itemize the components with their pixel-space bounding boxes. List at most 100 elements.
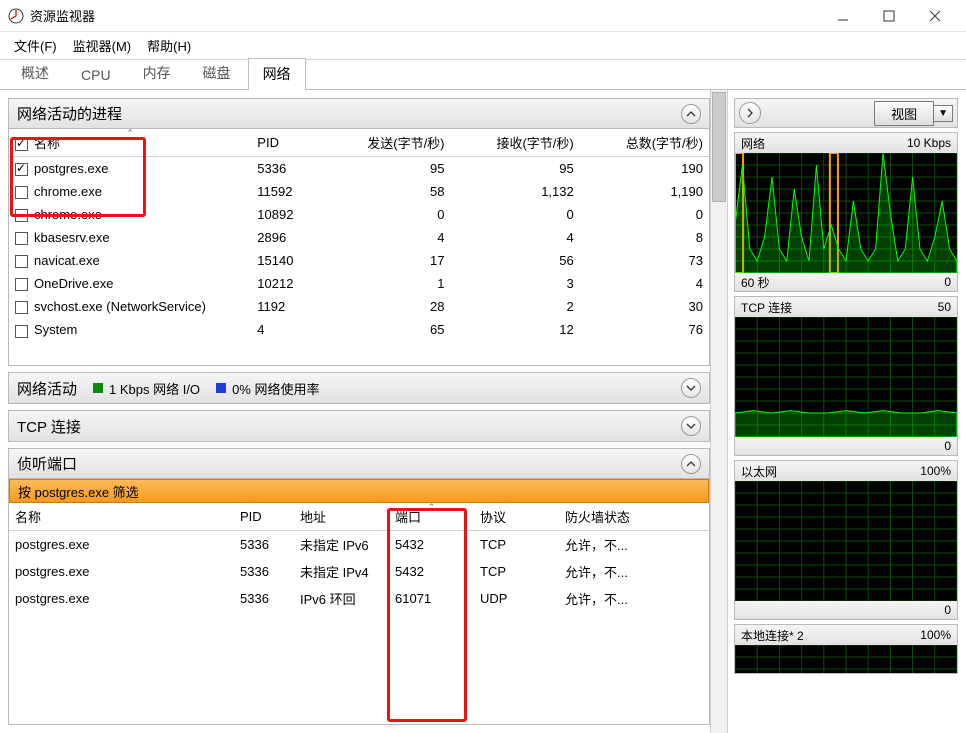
panel-activity-title: 网络活动 <box>17 378 77 399</box>
menu-monitor[interactable]: 监视器(M) <box>65 32 140 59</box>
col-send[interactable]: 发送(字节/秒) <box>327 129 451 157</box>
panel-processes-header[interactable]: 网络活动的进程 <box>9 99 709 129</box>
processes-table-wrap: 名称 ⌃ PID 发送(字节/秒) 接收(字节/秒) 总数(字节/秒) postg… <box>9 129 709 365</box>
panel-processes-title: 网络活动的进程 <box>17 103 122 124</box>
right-column: 视图 ▼ 网络 10 Kbps <box>728 90 966 733</box>
chart-tcp-max: 50 <box>938 300 951 314</box>
row-checkbox[interactable] <box>15 301 28 314</box>
col-pid[interactable]: PID <box>251 129 326 157</box>
row-checkbox[interactable] <box>15 232 28 245</box>
table-row[interactable]: kbasesrv.exe2896448 <box>9 226 709 249</box>
right-toolbar: 视图 ▼ <box>734 98 958 128</box>
row-checkbox[interactable] <box>15 186 28 199</box>
view-dropdown[interactable]: 视图 ▼ <box>874 101 953 126</box>
panel-activity: 网络活动 1 Kbps 网络 I/O 0% 网络使用率 <box>8 372 710 404</box>
table-row[interactable]: postgres.exe5336IPv6 环回61071UDP允许，不... <box>9 585 709 612</box>
sort-icon: ⌃ <box>428 503 436 513</box>
processes-table: 名称 ⌃ PID 发送(字节/秒) 接收(字节/秒) 总数(字节/秒) postg… <box>9 129 709 342</box>
title-bar: 资源监视器 <box>0 0 966 32</box>
table-row[interactable]: svchost.exe (NetworkService)119228230 <box>9 295 709 318</box>
panel-tcp-title: TCP 连接 <box>17 416 81 437</box>
chart-net-max: 10 Kbps <box>907 136 951 150</box>
listen-table: 名称 PID 地址 端口 ⌃ 协议 防火墙状态 postgres.exe5336未… <box>9 503 709 612</box>
panel-tcp: TCP 连接 <box>8 410 710 442</box>
chart-lan-title: 本地连接* 2 <box>741 627 804 644</box>
listen-table-wrap: 名称 PID 地址 端口 ⌃ 协议 防火墙状态 postgres.exe5336未… <box>9 503 709 724</box>
menu-file[interactable]: 文件(F) <box>6 32 65 59</box>
panel-activity-header[interactable]: 网络活动 1 Kbps 网络 I/O 0% 网络使用率 <box>9 373 709 403</box>
chart-tcp-canvas <box>735 317 957 437</box>
panel-listen: 侦听端口 按 postgres.exe 筛选 名称 PID 地址 端口 ⌃ 协议 <box>8 448 710 725</box>
tab-network[interactable]: 网络 <box>248 58 306 90</box>
collapse-icon[interactable] <box>681 454 701 474</box>
lcol-port[interactable]: 端口 <box>395 510 421 525</box>
table-row[interactable]: navicat.exe15140175673 <box>9 249 709 272</box>
lcol-proto[interactable]: 协议 <box>474 503 559 531</box>
chart-tcp: TCP 连接 50 0 <box>734 296 958 456</box>
sort-icon: ⌃ <box>126 129 134 139</box>
chart-network: 网络 10 Kbps 60 秒 0 <box>734 132 958 292</box>
table-row[interactable]: postgres.exe53369595190 <box>9 157 709 181</box>
panel-listen-header[interactable]: 侦听端口 <box>9 449 709 479</box>
filter-label: 按 postgres.exe 筛选 <box>18 482 139 501</box>
view-button-label[interactable]: 视图 <box>874 101 934 126</box>
tab-overview[interactable]: 概述 <box>6 57 64 89</box>
chart-net-canvas <box>735 153 957 273</box>
panel-listen-title: 侦听端口 <box>17 453 77 474</box>
content-area: 网络活动的进程 名称 ⌃ PID 发送(字节/秒) 接收(字节/秒) 总数(字节/… <box>0 90 966 733</box>
main-scrollbar[interactable] <box>710 90 728 733</box>
legend1-swatch <box>93 383 103 393</box>
app-icon <box>8 8 24 24</box>
table-row[interactable]: chrome.exe11592581,1321,190 <box>9 180 709 203</box>
chart-net-footL: 60 秒 <box>741 274 770 291</box>
row-checkbox[interactable] <box>15 255 28 268</box>
row-checkbox[interactable] <box>15 209 28 222</box>
lcol-addr[interactable]: 地址 <box>294 503 389 531</box>
table-row[interactable]: System4651276 <box>9 318 709 341</box>
nav-right-button[interactable] <box>739 102 761 124</box>
table-row[interactable]: OneDrive.exe10212134 <box>9 272 709 295</box>
dropdown-arrow-icon[interactable]: ▼ <box>934 105 953 122</box>
row-checkbox[interactable] <box>15 163 28 176</box>
chart-net-footR: 0 <box>944 275 951 289</box>
table-row[interactable]: postgres.exe5336未指定 IPv65432TCP允许，不... <box>9 531 709 559</box>
chart-net-title: 网络 <box>741 135 765 152</box>
legend2-label: 0% 网络使用率 <box>232 379 319 398</box>
table-row[interactable]: chrome.exe10892000 <box>9 203 709 226</box>
row-checkbox[interactable] <box>15 278 28 291</box>
tab-cpu[interactable]: CPU <box>66 61 126 89</box>
scrollbar-thumb[interactable] <box>712 92 726 202</box>
check-all[interactable] <box>15 138 28 151</box>
legend2-swatch <box>216 383 226 393</box>
close-button[interactable] <box>912 0 958 32</box>
table-row[interactable]: postgres.exe5336未指定 IPv45432TCP允许，不... <box>9 558 709 585</box>
tab-disk[interactable]: 磁盘 <box>188 57 246 89</box>
lcol-name[interactable]: 名称 <box>9 503 234 531</box>
chart-lan-max: 100% <box>920 628 951 642</box>
tab-memory[interactable]: 内存 <box>128 57 186 89</box>
menu-bar: 文件(F) 监视器(M) 帮助(H) <box>0 32 966 60</box>
lcol-fw[interactable]: 防火墙状态 <box>559 503 709 531</box>
chart-tcp-footR: 0 <box>944 439 951 453</box>
menu-help[interactable]: 帮助(H) <box>139 32 199 59</box>
col-name[interactable]: 名称 <box>34 136 60 151</box>
expand-icon[interactable] <box>681 378 701 398</box>
chart-lan-canvas <box>735 645 957 673</box>
chart-eth-canvas <box>735 481 957 601</box>
chart-tcp-title: TCP 连接 <box>741 299 792 316</box>
chart-eth: 以太网 100% 0 <box>734 460 958 620</box>
chart-eth-title: 以太网 <box>741 463 777 480</box>
collapse-icon[interactable] <box>681 104 701 124</box>
minimize-button[interactable] <box>820 0 866 32</box>
maximize-button[interactable] <box>866 0 912 32</box>
window-title: 资源监视器 <box>30 6 820 25</box>
panel-tcp-header[interactable]: TCP 连接 <box>9 411 709 441</box>
chart-eth-footR: 0 <box>944 603 951 617</box>
filter-bar: 按 postgres.exe 筛选 <box>9 479 709 503</box>
col-recv[interactable]: 接收(字节/秒) <box>451 129 580 157</box>
col-total[interactable]: 总数(字节/秒) <box>580 129 709 157</box>
tab-bar: 概述 CPU 内存 磁盘 网络 <box>0 60 966 90</box>
lcol-pid[interactable]: PID <box>234 503 294 531</box>
row-checkbox[interactable] <box>15 325 28 338</box>
expand-icon[interactable] <box>681 416 701 436</box>
